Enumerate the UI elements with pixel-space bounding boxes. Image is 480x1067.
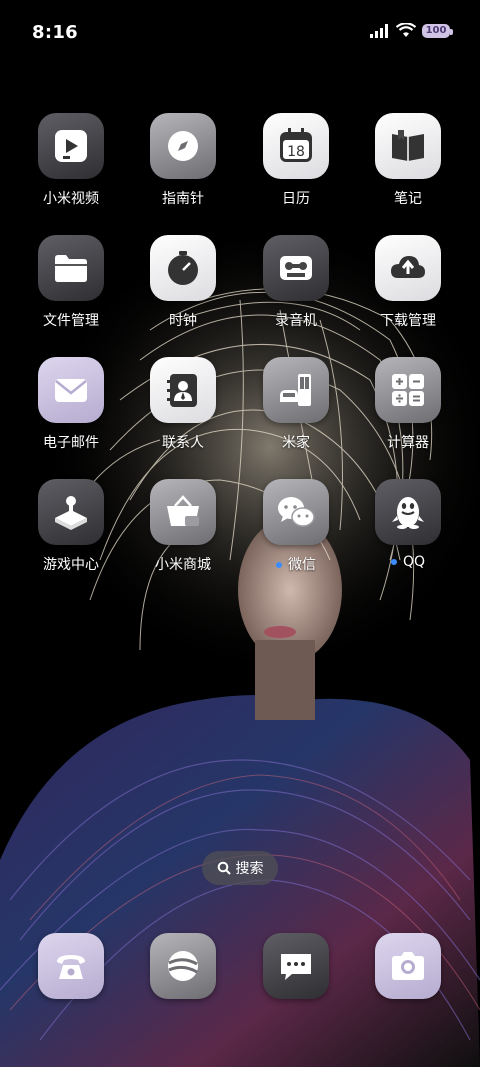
download-cloud-icon — [375, 235, 441, 301]
app-recorder[interactable]: 录音机 — [241, 235, 351, 330]
search-label: 搜索 — [235, 861, 264, 877]
camera-icon — [375, 933, 441, 999]
status-bar: 8:16 100 — [0, 0, 480, 70]
app-label: QQ — [353, 554, 463, 570]
contacts-icon — [150, 357, 216, 423]
app-download-manager[interactable]: 下载管理 — [353, 235, 463, 330]
app-clock[interactable]: 时钟 — [128, 235, 238, 330]
app-calculator[interactable]: 计算器 — [353, 357, 463, 452]
app-email[interactable]: 电子邮件 — [16, 357, 126, 452]
app-label: 小米商城 — [155, 557, 211, 573]
notebook-icon — [375, 113, 441, 179]
search-button[interactable]: 搜索 — [202, 851, 278, 885]
app-label: 电子邮件 — [43, 435, 99, 451]
app-label: 录音机 — [275, 313, 317, 329]
battery-icon: 100 — [422, 23, 453, 38]
dock-camera[interactable] — [353, 933, 463, 999]
shopping-basket-icon — [150, 479, 216, 545]
app-qq[interactable]: QQ — [353, 479, 463, 570]
app-label: 微信 — [241, 554, 351, 574]
app-contacts[interactable]: 联系人 — [128, 357, 238, 452]
mail-icon — [38, 357, 104, 423]
search-icon — [217, 861, 231, 875]
messages-icon — [263, 933, 329, 999]
app-wechat[interactable]: 微信 — [241, 479, 351, 574]
recorder-icon — [263, 235, 329, 301]
app-notes[interactable]: 笔记 — [353, 113, 463, 208]
dock-browser[interactable] — [128, 933, 238, 999]
status-icons: 100 — [370, 23, 453, 38]
folder-icon — [38, 235, 104, 301]
app-label: 下载管理 — [380, 313, 436, 329]
app-label: 小米视频 — [43, 191, 99, 207]
new-install-dot — [390, 559, 397, 565]
app-label: 游戏中心 — [43, 557, 99, 573]
calendar-icon: 18 — [263, 113, 329, 179]
svg-text:18: 18 — [287, 144, 305, 160]
app-label: 米家 — [282, 435, 310, 451]
app-file-manager[interactable]: 文件管理 — [16, 235, 126, 330]
clock-icon — [150, 235, 216, 301]
app-label: 计算器 — [387, 435, 429, 451]
home-sofa-icon — [263, 357, 329, 423]
new-install-dot — [276, 562, 282, 568]
app-label: 文件管理 — [43, 313, 99, 329]
app-game-center[interactable]: 游戏中心 — [16, 479, 126, 574]
app-mi-video[interactable]: 小米视频 — [16, 113, 126, 208]
app-label: 指南针 — [162, 191, 204, 207]
dock-messages[interactable] — [241, 933, 351, 999]
browser-globe-icon — [150, 933, 216, 999]
app-label: 笔记 — [394, 191, 422, 207]
phone-icon — [38, 933, 104, 999]
signal-icon — [370, 23, 388, 38]
app-label: 时钟 — [169, 313, 197, 329]
compass-icon — [150, 113, 216, 179]
dock-phone[interactable] — [16, 933, 126, 999]
wechat-icon — [263, 479, 329, 545]
app-label: 联系人 — [162, 435, 204, 451]
app-mijia[interactable]: 米家 — [241, 357, 351, 452]
app-compass[interactable]: 指南针 — [128, 113, 238, 208]
calculator-icon — [375, 357, 441, 423]
app-label: 日历 — [282, 191, 310, 207]
status-time: 8:16 — [32, 22, 78, 43]
qq-penguin-icon — [375, 479, 441, 545]
wifi-icon — [396, 23, 416, 37]
video-play-icon — [38, 113, 104, 179]
game-center-icon — [38, 479, 104, 545]
app-calendar[interactable]: 18 日历 — [241, 113, 351, 208]
app-mi-store[interactable]: 小米商城 — [128, 479, 238, 574]
